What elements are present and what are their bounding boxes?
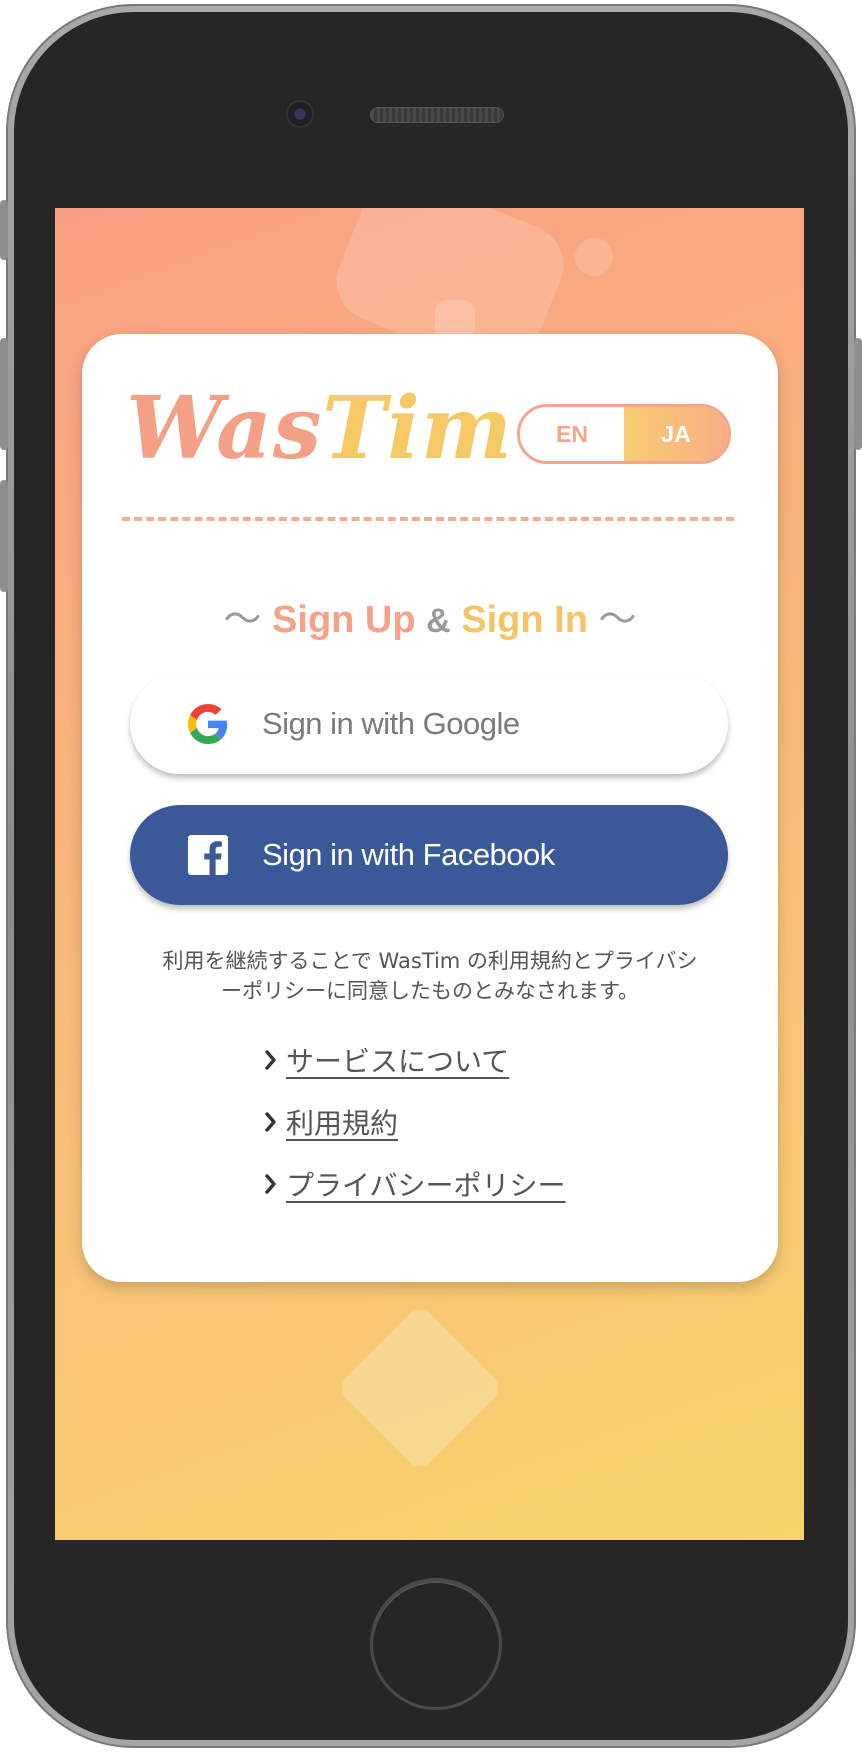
info-links: サービスについて 利用規約 プライバシーポリシー (264, 1029, 684, 1215)
login-card: WasTim EN JA ～ Sign Up & Sign In ～ Sign … (82, 334, 778, 1282)
facebook-button-label: Sign in with Facebook (262, 837, 555, 872)
screen: WasTim EN JA ～ Sign Up & Sign In ～ Sign … (55, 208, 804, 1540)
volume-up-button (0, 338, 8, 450)
logo-was: Was (126, 378, 323, 479)
wastim-logo: WasTim (126, 386, 513, 472)
about-service-link[interactable]: サービスについて (286, 1040, 509, 1080)
language-toggle: EN JA (517, 404, 731, 464)
front-camera (286, 100, 314, 128)
mute-switch (0, 200, 8, 260)
home-button[interactable] (370, 1578, 502, 1710)
heading-ampersand: & (426, 602, 451, 640)
logo-tim: Tim (322, 378, 513, 479)
heading-tilde-right: ～ (598, 599, 637, 641)
volume-down-button (0, 480, 8, 592)
google-logo-icon (188, 704, 228, 744)
language-option-en[interactable]: EN (520, 407, 624, 461)
privacy-policy-link[interactable]: プライバシーポリシー (286, 1164, 565, 1204)
link-item-privacy: プライバシーポリシー (264, 1153, 684, 1215)
google-sign-in-button[interactable]: Sign in with Google (130, 674, 728, 774)
language-option-ja[interactable]: JA (624, 407, 728, 461)
facebook-logo-icon (188, 835, 228, 875)
chevron-right-icon (264, 1169, 284, 1199)
link-item-terms: 利用規約 (264, 1091, 684, 1153)
chevron-right-icon (264, 1045, 284, 1075)
stage: WasTim EN JA ～ Sign Up & Sign In ～ Sign … (0, 0, 862, 1754)
dashed-divider (122, 517, 734, 521)
terms-of-service-link[interactable]: 利用規約 (286, 1102, 398, 1142)
terms-notice-line-1: 利用を継続することで WasTim の利用規約とプライバシ (162, 949, 698, 973)
heading-sign-up: Sign Up (272, 599, 416, 641)
chevron-right-icon (264, 1107, 284, 1137)
heading-tilde-left: ～ (223, 599, 262, 641)
power-button (854, 338, 862, 450)
link-item-about: サービスについて (264, 1029, 684, 1091)
terms-notice: 利用を継続することで WasTim の利用規約とプライバシ ーポリシーに同意した… (122, 946, 738, 1006)
background-decoration (335, 1303, 505, 1473)
signup-signin-heading: ～ Sign Up & Sign In ～ (82, 588, 778, 643)
terms-notice-line-2: ーポリシーに同意したものとみなされます。 (221, 979, 639, 1003)
heading-sign-in: Sign In (461, 599, 588, 641)
earpiece-speaker (370, 107, 504, 123)
background-decoration (575, 238, 613, 276)
facebook-sign-in-button[interactable]: Sign in with Facebook (130, 805, 728, 905)
google-button-label: Sign in with Google (262, 706, 520, 741)
